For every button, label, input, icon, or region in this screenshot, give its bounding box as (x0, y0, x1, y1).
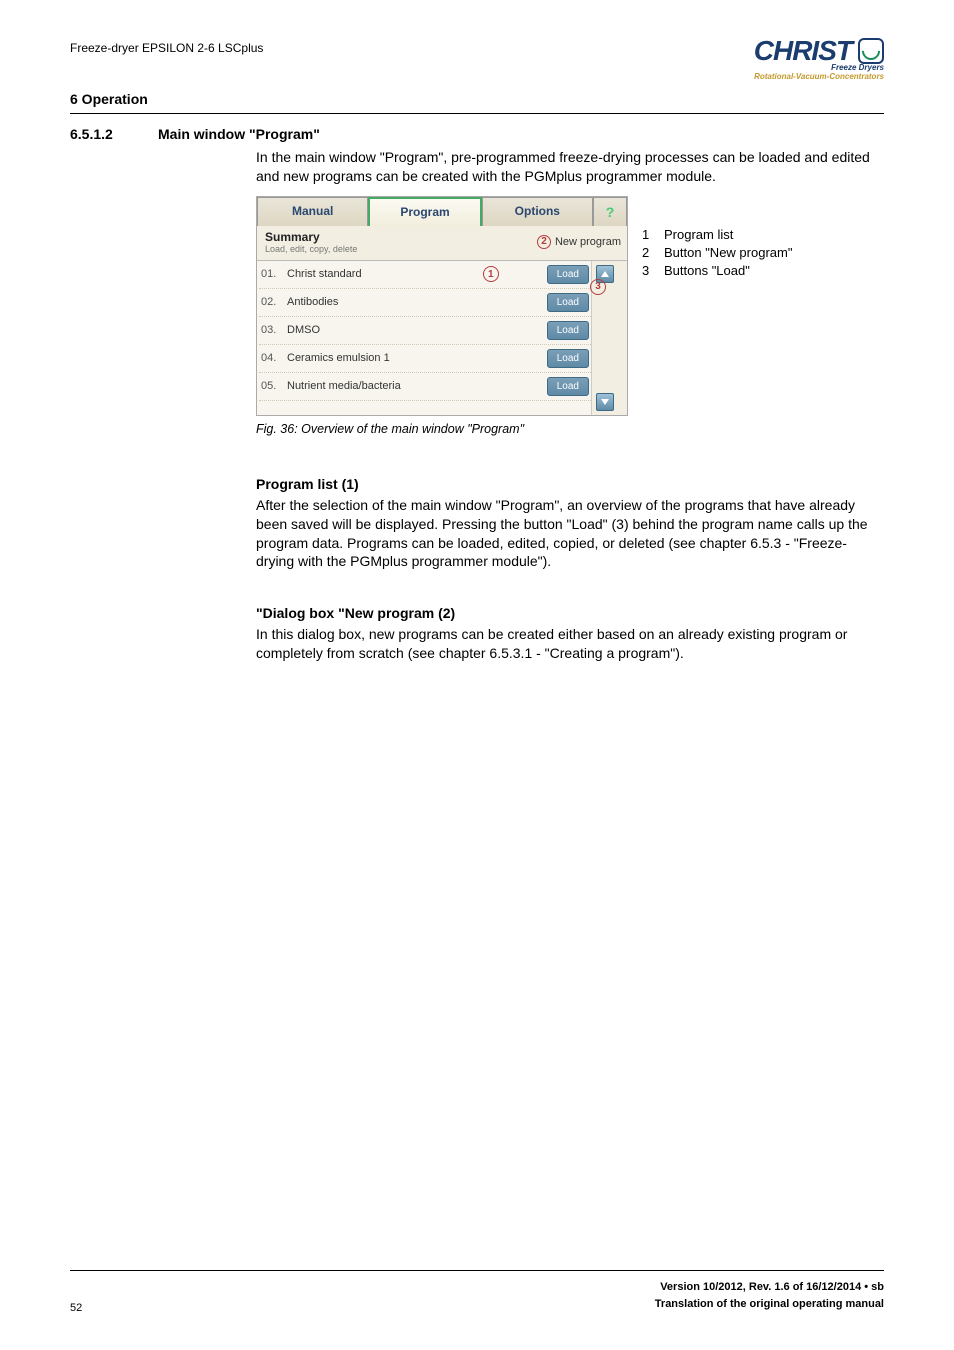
brand-logo: CHRIST Freeze Dryers Rotational-Vacuum-C… (754, 35, 884, 81)
program-row: 05. Nutrient media/bacteria Load (259, 373, 591, 401)
logo-swirl-icon (858, 38, 884, 64)
footer-version: Version 10/2012, Rev. 1.6 of 16/12/2014 … (655, 1279, 884, 1297)
program-name: Ceramics emulsion 1 (287, 352, 543, 364)
program-number: 04. (261, 352, 283, 364)
program-row: 03. DMSO Load (259, 317, 591, 345)
page-header: Freeze-dryer EPSILON 2-6 LSCplus CHRIST … (70, 35, 884, 81)
program-window-screenshot: Manual Program Options ? Summary Load, e… (256, 196, 628, 416)
program-list-body: After the selection of the main window "… (256, 496, 884, 572)
program-name: Antibodies (287, 296, 543, 308)
legend-number: 3 (642, 262, 654, 280)
load-button[interactable]: Load (547, 321, 589, 340)
program-number: 01. (261, 268, 283, 280)
program-number: 02. (261, 296, 283, 308)
program-name: Nutrient media/bacteria (287, 380, 543, 392)
load-button[interactable]: Load (547, 349, 589, 368)
tab-manual[interactable]: Manual (257, 197, 368, 226)
summary-label: Summary (265, 230, 320, 244)
dialog-heading: "Dialog box "New program (2) (256, 605, 884, 621)
page-number: 52 (70, 1302, 82, 1314)
doc-title: Freeze-dryer EPSILON 2-6 LSCplus (70, 35, 263, 55)
chevron-down-icon (600, 397, 610, 407)
program-number: 05. (261, 380, 283, 392)
summary-sublabel: Load, edit, copy, delete (265, 244, 357, 254)
load-button[interactable]: Load (547, 265, 589, 284)
subsection-number: 6.5.1.2 (70, 126, 134, 142)
subsection-title: Main window "Program" (158, 126, 320, 142)
tab-program[interactable]: Program (368, 197, 481, 226)
program-row: 02. Antibodies Load (259, 289, 591, 317)
load-button[interactable]: Load (547, 293, 589, 312)
new-program-label: New program (555, 236, 621, 248)
section-heading: 6 Operation (70, 91, 884, 107)
legend-number: 1 (642, 226, 654, 244)
figure-caption: Fig. 36: Overview of the main window "Pr… (256, 422, 884, 436)
figure-legend: 1 Program list 2 Button "New program" 3 But… (642, 196, 792, 416)
dialog-body: In this dialog box, new programs can be … (256, 625, 884, 663)
scroll-down-button[interactable] (596, 393, 614, 411)
page-footer: 52 Version 10/2012, Rev. 1.6 of 16/12/20… (70, 1270, 884, 1314)
program-name: Christ standard (287, 268, 475, 280)
legend-text: Program list (664, 226, 733, 244)
tab-options[interactable]: Options (482, 197, 593, 226)
program-list-heading: Program list (1) (256, 476, 884, 492)
logo-subline-1: Freeze Dryers (831, 63, 884, 72)
tab-help[interactable]: ? (593, 197, 627, 226)
footer-translation: Translation of the original operating ma… (655, 1296, 884, 1314)
callout-3-icon: 3 (590, 279, 606, 295)
load-button[interactable]: Load (547, 377, 589, 396)
callout-2-icon: 2 (537, 235, 551, 249)
legend-number: 2 (642, 244, 654, 262)
program-number: 03. (261, 324, 283, 336)
legend-text: Buttons "Load" (664, 262, 750, 280)
callout-1-icon: 1 (483, 266, 499, 282)
program-row: 01. Christ standard 1 Load (259, 261, 591, 289)
logo-subline-2: Rotational-Vacuum-Concentrators (754, 72, 884, 81)
chevron-up-icon (600, 269, 610, 279)
section-rule (70, 113, 884, 114)
legend-text: Button "New program" (664, 244, 792, 262)
program-name: DMSO (287, 324, 543, 336)
new-program-button[interactable]: 2 New program (537, 235, 621, 249)
program-row: 04. Ceramics emulsion 1 Load (259, 345, 591, 373)
intro-paragraph: In the main window "Program", pre-progra… (256, 148, 884, 186)
